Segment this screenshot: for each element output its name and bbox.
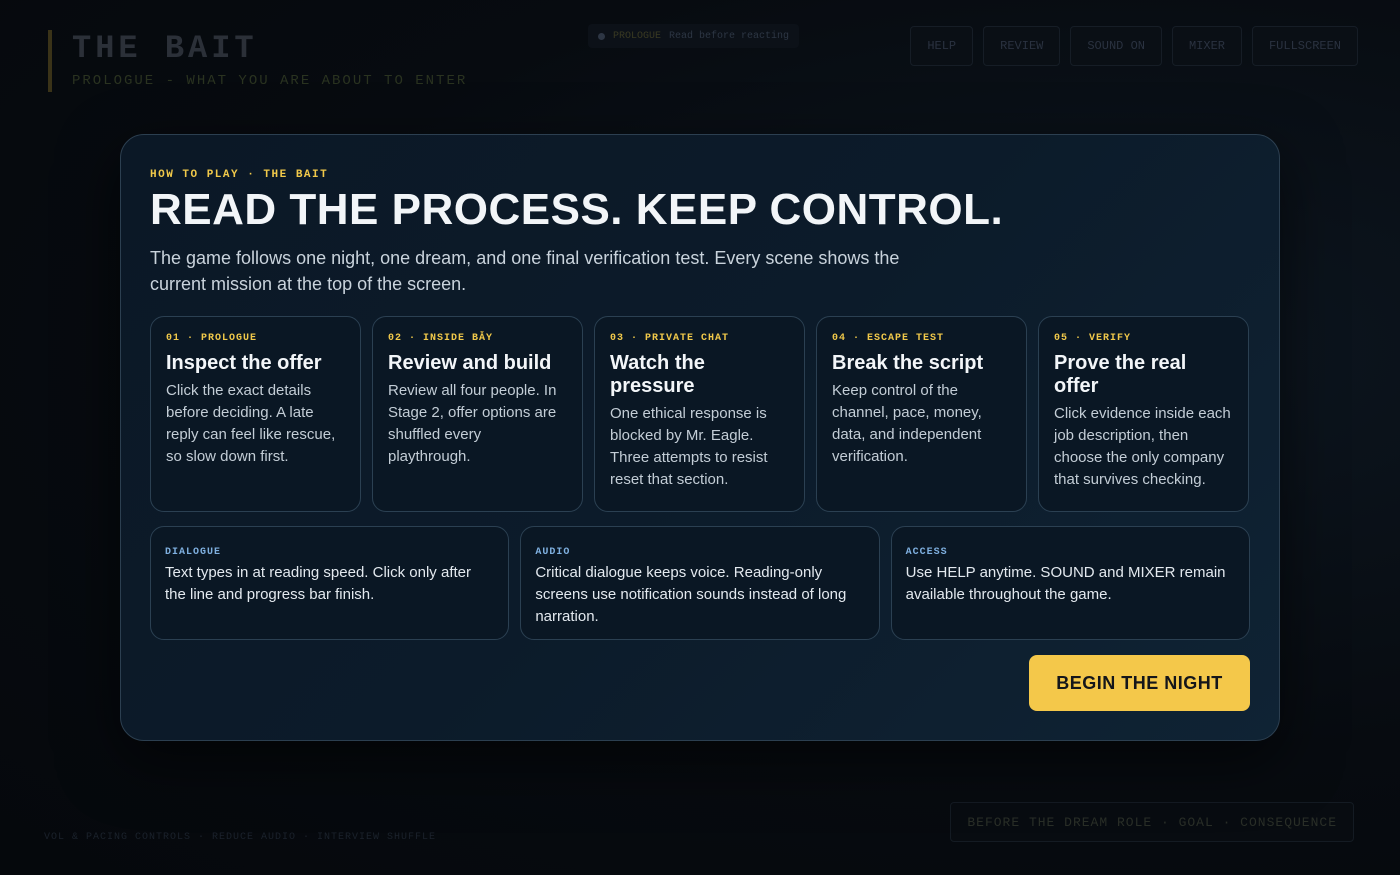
step-tag: 03 · PRIVATE CHAT — [610, 333, 730, 344]
note-access: ACCESS Use HELP anytime. SOUND and MIXER… — [890, 526, 1250, 640]
status-label: PROLOGUE — [613, 30, 662, 42]
step-title: Review and build — [388, 352, 552, 374]
step-card-prologue: 01 · PROLOGUE Inspect the offer Click th… — [150, 316, 361, 512]
sound-toggle-button[interactable]: SOUND ON — [1070, 26, 1162, 66]
note-body: Critical dialogue keeps voice. Reading-o… — [535, 564, 847, 625]
step-tag: 04 · ESCAPE TEST — [832, 333, 945, 344]
step-tag: 02 · INSIDE BẪY — [388, 333, 494, 344]
game-subtitle: PROLOGUE - WHAT YOU ARE ABOUT TO ENTER — [72, 73, 468, 89]
note-tag: DIALOGUE — [165, 547, 222, 558]
step-card-verify: 05 · VERIFY Prove the real offer Click e… — [1038, 316, 1249, 512]
status-text: Read before reacting — [669, 30, 790, 42]
step-card-private-chat: 03 · PRIVATE CHAT Watch the pressure One… — [594, 316, 805, 512]
step-body: Click the exact details before deciding.… — [166, 382, 336, 465]
step-tag: 01 · PROLOGUE — [166, 333, 258, 344]
top-nav: HELP REVIEW SOUND ON MIXER FULLSCREEN — [910, 26, 1358, 66]
note-body: Text types in at reading speed. Click on… — [165, 564, 471, 603]
step-title: Prove the real offer — [1054, 352, 1187, 397]
step-body: Review all four people. In Stage 2, offe… — [388, 382, 557, 465]
mission-status: PROLOGUE Read before reacting — [588, 24, 800, 48]
how-to-play-modal: HOW TO PLAY · THE BAIT READ THE PROCESS.… — [120, 134, 1280, 741]
step-card-escape-test: 04 · ESCAPE TEST Break the script Keep c… — [816, 316, 1027, 512]
step-body: Keep control of the channel, pace, money… — [832, 382, 982, 465]
step-card-inside-bay: 02 · INSIDE BẪY Review and build Review … — [372, 316, 583, 512]
step-title: Inspect the offer — [166, 352, 322, 374]
footer-mission-bar: BEFORE THE DREAM ROLE · GOAL · CONSEQUEN… — [950, 802, 1354, 842]
fullscreen-button[interactable]: FULLSCREEN — [1251, 26, 1358, 66]
game-header: THE BAIT PROLOGUE - WHAT YOU ARE ABOUT T… — [48, 30, 467, 92]
step-title: Break the script — [832, 352, 984, 374]
note-tag: AUDIO — [535, 547, 571, 558]
note-body: Use HELP anytime. SOUND and MIXER remain… — [905, 564, 1226, 603]
step-title: Watch the pressure — [610, 352, 705, 397]
begin-the-night-button[interactable]: BEGIN THE NIGHT — [1029, 655, 1250, 711]
modal-eyebrow: HOW TO PLAY · THE BAIT — [150, 169, 329, 181]
step-cards: 01 · PROLOGUE Inspect the offer Click th… — [150, 316, 1250, 512]
note-tag: ACCESS — [905, 547, 948, 558]
note-dialogue: DIALOGUE Text types in at reading speed.… — [150, 526, 510, 640]
step-body: Click evidence inside each job descripti… — [1054, 405, 1231, 488]
modal-intro: The game follows one night, one dream, a… — [150, 248, 900, 294]
mixer-button[interactable]: MIXER — [1171, 26, 1242, 66]
status-dot-icon — [598, 32, 605, 40]
game-title: THE BAIT — [72, 30, 258, 67]
modal-headline: READ THE PROCESS. KEEP CONTROL. — [150, 185, 1004, 234]
info-notes: DIALOGUE Text types in at reading speed.… — [150, 526, 1250, 640]
step-tag: 05 · VERIFY — [1054, 333, 1132, 344]
footer-controls-hint: VOL & PACING CONTROLS · REDUCE AUDIO · I… — [44, 832, 437, 843]
step-body: One ethical response is blocked by Mr. E… — [610, 405, 768, 488]
help-button[interactable]: HELP — [910, 26, 974, 66]
note-audio: AUDIO Critical dialogue keeps voice. Rea… — [520, 526, 880, 640]
review-button[interactable]: REVIEW — [983, 26, 1061, 66]
